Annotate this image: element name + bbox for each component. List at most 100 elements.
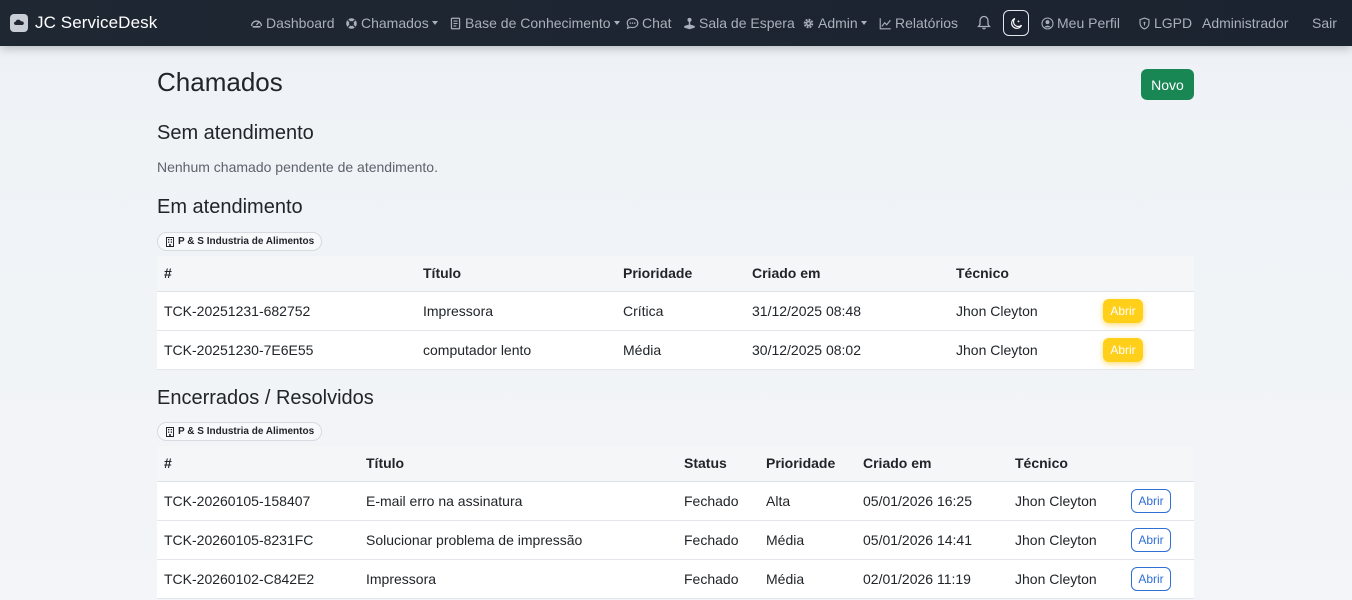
table-row: TCK-20260105-8231FC Solucionar problema … (157, 520, 1194, 560)
ticket-created: 05/01/2026 16:25 (856, 481, 1008, 521)
encerrados-table: # Título Status Prioridade Criado em Téc… (157, 446, 1194, 599)
open-ticket-button[interactable]: Abrir (1103, 337, 1143, 362)
ticket-technician: Jhon Cleyton (949, 291, 1096, 331)
chevron-down-icon (613, 21, 620, 25)
company-badge: P & S Industria de Alimentos (157, 232, 323, 251)
column-header-id: # (157, 446, 359, 482)
table-row: TCK-20260105-158407 E-mail erro na assin… (157, 481, 1194, 521)
ticket-id: TCK-20251231-682752 (157, 291, 416, 331)
ticket-priority: Média (759, 520, 856, 560)
section-title-sem-atendimento: Sem atendimento (157, 122, 314, 144)
column-header-criado-em: Criado em (856, 446, 1008, 482)
page-title: Chamados (157, 67, 283, 97)
nav-dashboard-label: Dashboard (266, 15, 335, 31)
nav-chat[interactable]: Chat (626, 14, 672, 32)
nav-lgpd[interactable]: LGPD (1138, 14, 1192, 32)
open-ticket-button[interactable]: Abrir (1131, 527, 1171, 552)
joystick-icon (683, 17, 696, 30)
nav-sala-espera-label: Sala de Espera (699, 15, 795, 31)
column-header-prioridade: Prioridade (616, 256, 745, 292)
ticket-status: Fechado (677, 481, 759, 521)
column-header-tecnico: Técnico (949, 256, 1096, 292)
section-title-em-atendimento: Em atendimento (157, 196, 303, 218)
ticket-technician: Jhon Cleyton (1008, 481, 1124, 521)
ticket-created: 31/12/2025 08:48 (745, 291, 949, 331)
ticket-title: Solucionar problema de impressão (359, 520, 677, 560)
logout-link[interactable]: Sair (1312, 14, 1337, 32)
ticket-technician: Jhon Cleyton (1008, 559, 1124, 599)
ticket-actions: Abrir (1124, 559, 1194, 599)
nav-chat-label: Chat (642, 15, 672, 31)
column-header-tecnico: Técnico (1008, 446, 1124, 482)
open-ticket-button[interactable]: Abrir (1103, 298, 1143, 323)
ticket-title: E-mail erro na assinatura (359, 481, 677, 521)
bell-icon[interactable] (977, 15, 991, 30)
life-ring-icon (345, 17, 358, 30)
nav-chamados[interactable]: Chamados (345, 14, 438, 32)
current-user-name: Administrador (1202, 15, 1289, 31)
chevron-down-icon (860, 21, 867, 25)
ticket-title: computador lento (416, 330, 616, 370)
empty-state-text: Nenhum chamado pendente de atendimento. (157, 159, 438, 175)
nav-base-conhecimento-label: Base de Conhecimento (465, 15, 611, 31)
top-navbar: JC ServiceDesk Dashboard Chamados Base d… (0, 0, 1352, 46)
shield-icon (1138, 16, 1151, 30)
brand[interactable]: JC ServiceDesk (10, 12, 157, 34)
ticket-technician: Jhon Cleyton (949, 330, 1096, 370)
column-header-actions (1124, 446, 1194, 482)
open-ticket-button[interactable]: Abrir (1131, 566, 1171, 591)
ticket-title: Impressora (359, 559, 677, 599)
ticket-actions: Abrir (1096, 330, 1194, 370)
section-title-encerrados: Encerrados / Resolvidos (157, 387, 374, 409)
ticket-actions: Abrir (1124, 520, 1194, 560)
em-atendimento-table: # Título Prioridade Criado em Técnico TC… (157, 256, 1194, 370)
ticket-priority: Média (616, 330, 745, 370)
ticket-status: Fechado (677, 559, 759, 599)
open-ticket-button[interactable]: Abrir (1131, 488, 1171, 513)
building-icon (166, 236, 174, 247)
column-header-titulo: Título (359, 446, 677, 482)
nav-meu-perfil[interactable]: Meu Perfil (1041, 14, 1120, 32)
journal-icon (449, 17, 462, 30)
ticket-actions: Abrir (1096, 291, 1194, 331)
chat-icon (626, 17, 639, 30)
moon-stars-icon (1010, 17, 1022, 29)
ticket-status: Fechado (677, 520, 759, 560)
ticket-created: 30/12/2025 08:02 (745, 330, 949, 370)
ticket-actions: Abrir (1124, 481, 1194, 521)
column-header-status: Status (677, 446, 759, 482)
nav-meu-perfil-label: Meu Perfil (1057, 15, 1121, 31)
company-badge-label: P & S Industria de Alimentos (178, 236, 315, 247)
ticket-id: TCK-20260105-158407 (157, 481, 359, 521)
building-icon (166, 426, 174, 437)
nav-sala-espera[interactable]: Sala de Espera (683, 14, 795, 32)
gear-icon (802, 17, 815, 30)
brand-logo-icon (10, 14, 28, 32)
column-header-prioridade: Prioridade (759, 446, 856, 482)
ticket-created: 05/01/2026 14:41 (856, 520, 1008, 560)
speedometer-icon (250, 17, 263, 30)
table-header-row: # Título Status Prioridade Criado em Téc… (157, 446, 1194, 482)
ticket-priority: Alta (759, 481, 856, 521)
nav-admin[interactable]: Admin (802, 14, 867, 32)
company-badge-label: P & S Industria de Alimentos (178, 426, 315, 437)
column-header-criado-em: Criado em (745, 256, 949, 292)
new-ticket-button[interactable]: Novo (1141, 69, 1194, 100)
column-header-id: # (157, 256, 416, 292)
ticket-technician: Jhon Cleyton (1008, 520, 1124, 560)
nav-relatorios[interactable]: Relatórios (879, 14, 958, 32)
theme-toggle-button[interactable] (1003, 10, 1029, 36)
table-row: TCK-20260102-C842E2 Impressora Fechado M… (157, 559, 1194, 599)
ticket-priority: Crítica (616, 291, 745, 331)
table-header-row: # Título Prioridade Criado em Técnico (157, 256, 1194, 292)
nav-dashboard[interactable]: Dashboard (250, 14, 335, 32)
nav-chamados-label: Chamados (361, 15, 429, 31)
table-row: TCK-20251230-7E6E55 computador lento Méd… (157, 330, 1194, 370)
column-header-actions (1096, 256, 1194, 292)
nav-base-conhecimento[interactable]: Base de Conhecimento (449, 14, 620, 32)
ticket-id: TCK-20251230-7E6E55 (157, 330, 416, 370)
nav-relatorios-label: Relatórios (895, 15, 959, 31)
nav-lgpd-label: LGPD (1154, 15, 1193, 31)
company-badge: P & S Industria de Alimentos (157, 422, 323, 441)
ticket-title: Impressora (416, 291, 616, 331)
